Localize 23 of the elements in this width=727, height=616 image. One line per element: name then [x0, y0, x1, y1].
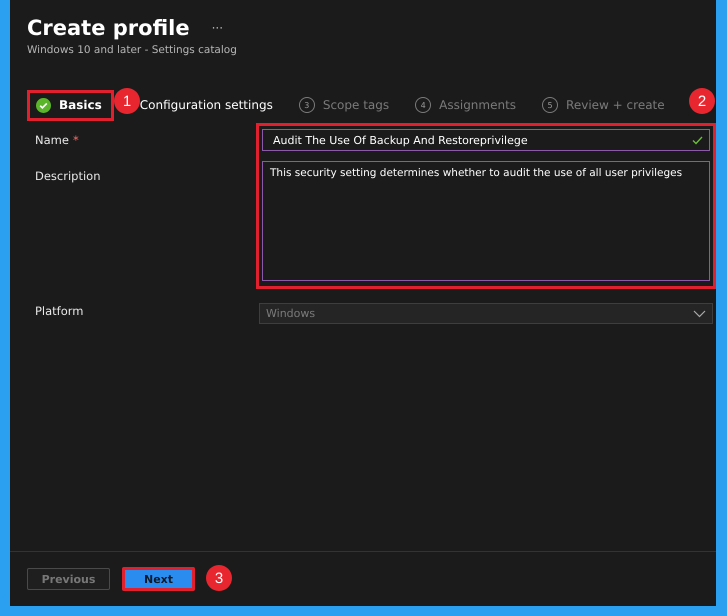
wizard-step[interactable]: 3 Scope tags [298, 97, 390, 113]
page-title: Create profile [27, 16, 190, 40]
next-button[interactable]: Next [122, 567, 195, 591]
field-label: Name * [35, 133, 80, 147]
wizard-step[interactable]: Basics [27, 90, 114, 120]
wizard-step[interactable]: 5 Review + create [542, 97, 665, 113]
callout-badge: 1 [114, 88, 140, 114]
wizard-step[interactable]: 4 Assignments [415, 97, 516, 113]
step-number: 4 [415, 97, 432, 113]
step-number: 3 [298, 97, 315, 113]
step-number: 5 [542, 97, 558, 113]
field-label: Platform [35, 304, 84, 318]
field-label: Description [35, 169, 102, 183]
wizard-step[interactable]: Configuration settings [140, 98, 273, 112]
callout-badge: 2 [689, 88, 715, 114]
check-circle-icon [36, 98, 51, 112]
page-subtitle: Windows 10 and later - Settings catalog [27, 44, 238, 56]
name-input-field[interactable]: Audit The Use Of Backup And Restoreprivilege [262, 129, 710, 151]
more-options-button[interactable]: ··· [212, 21, 224, 35]
callout-badge: 3 [206, 565, 232, 591]
required-asterisk: * [72, 133, 79, 147]
description-text-area[interactable]: This security setting determines whether to audit the use of all user privileges [262, 161, 710, 281]
chevron-down-icon [693, 310, 706, 318]
